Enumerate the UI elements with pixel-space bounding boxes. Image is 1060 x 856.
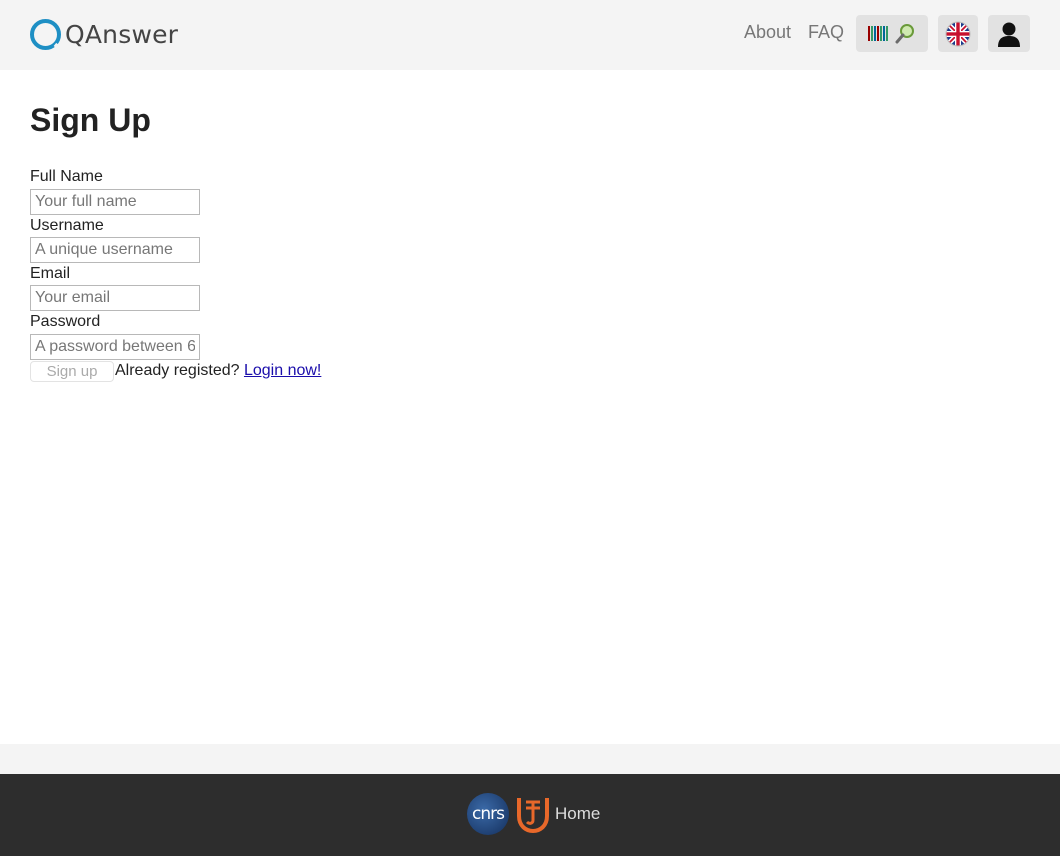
nav-faq-link[interactable]: FAQ (808, 22, 844, 43)
cnrs-logo-text: cnrs (472, 804, 505, 824)
username-label: Username (30, 217, 104, 234)
email-input[interactable] (30, 285, 200, 311)
cnrs-logo[interactable]: cnrs (467, 793, 509, 835)
login-link[interactable]: Login now! (244, 362, 321, 379)
already-registered-label: Already registed? (115, 362, 240, 379)
email-label: Email (30, 265, 71, 282)
user-icon (998, 22, 1020, 47)
wikidata-barcode-icon (868, 26, 888, 41)
password-input[interactable] (30, 334, 200, 360)
magnifier-icon (895, 23, 914, 43)
signup-button[interactable]: Sign up (30, 361, 114, 382)
footer: cnrs Home (0, 774, 1060, 856)
top-navbar: QAnswer About FAQ (0, 0, 1060, 70)
uk-flag-icon (945, 21, 971, 46)
nav-about-link[interactable]: About (744, 22, 791, 43)
qanswer-logo-icon (30, 18, 61, 50)
logo-text: QAnswer (65, 19, 179, 49)
already-registered-text: Already registed? Login now! (115, 362, 321, 380)
page-title: Sign Up (30, 102, 151, 138)
footer-home-link[interactable]: Home (555, 804, 600, 824)
qanswer-logo[interactable]: QAnswer (30, 18, 178, 50)
user-account-button[interactable] (988, 15, 1030, 52)
language-button[interactable] (938, 15, 978, 52)
username-input[interactable] (30, 237, 200, 263)
full-name-label: Full Name (30, 168, 103, 185)
footer-spacer (0, 744, 1060, 774)
password-label: Password (30, 313, 101, 330)
wikidata-search-button[interactable] (856, 15, 928, 52)
full-name-input[interactable] (30, 189, 200, 215)
ujm-logo[interactable] (516, 794, 550, 834)
